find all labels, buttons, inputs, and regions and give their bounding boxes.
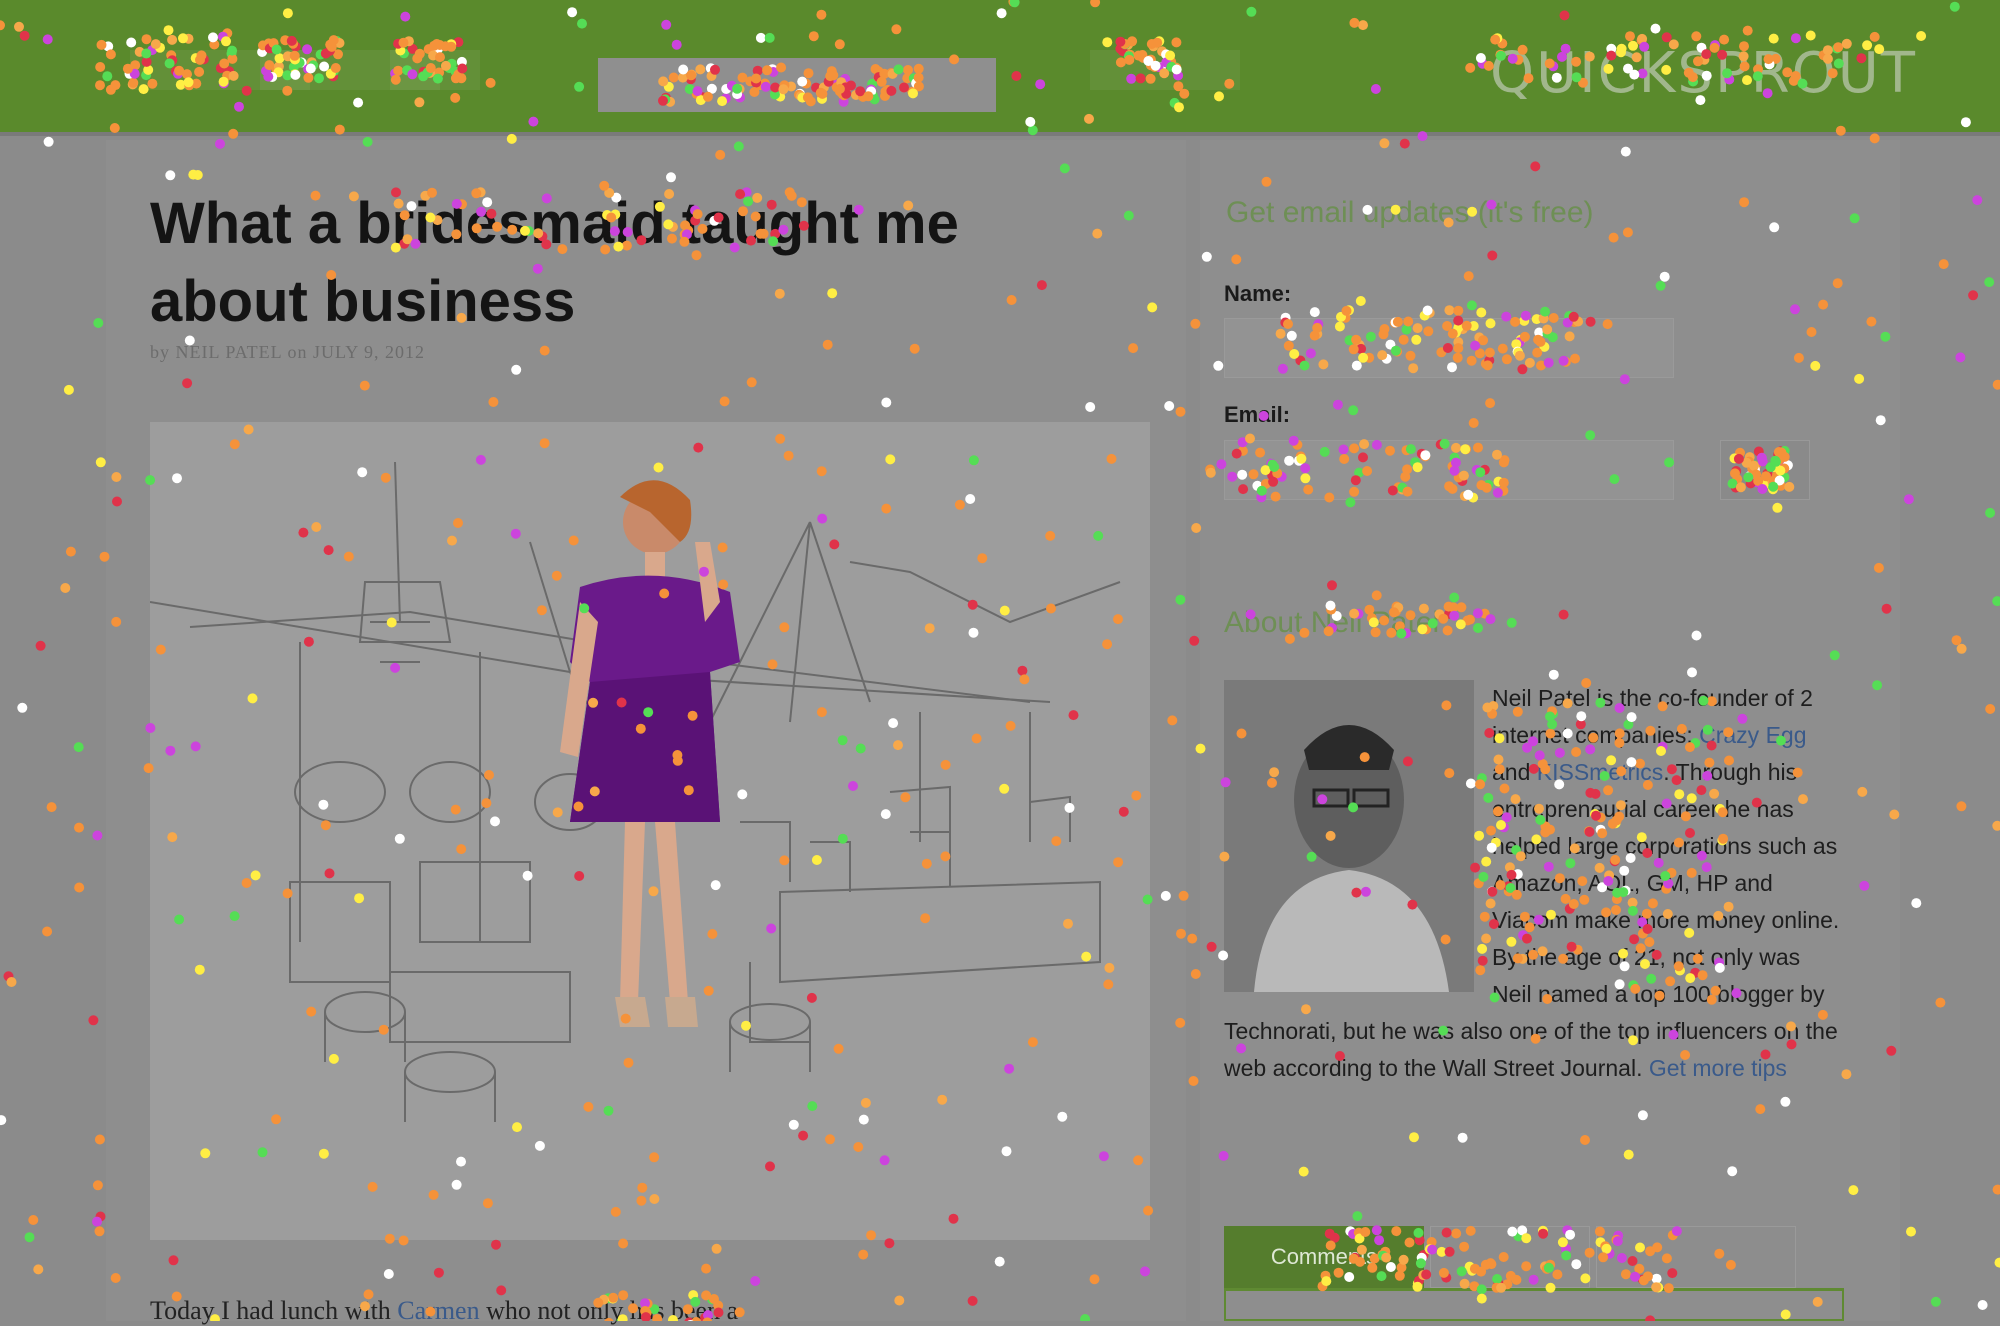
email-input[interactable]: [1224, 440, 1674, 500]
tab-content: [1224, 1291, 1844, 1321]
gaze-dot: [1985, 704, 1995, 714]
gaze-dot: [74, 742, 84, 752]
gaze-dot: [96, 1212, 106, 1222]
email-label: Email:: [1224, 402, 1290, 428]
crazy-egg-link[interactable]: Crazy Egg: [1699, 722, 1806, 748]
nav-link-3[interactable]: [390, 50, 480, 90]
gaze-dot: [1939, 259, 1949, 269]
gaze-dot: [1189, 636, 1199, 646]
gaze-dot: [4, 971, 14, 981]
gaze-dot: [1972, 195, 1982, 205]
gaze-dot: [96, 457, 106, 467]
gaze-dot: [93, 318, 103, 328]
bio-and: and: [1492, 759, 1537, 785]
subscribe-button[interactable]: [1720, 440, 1810, 500]
sidebar-tabs: Comments: [1224, 1226, 1844, 1291]
gaze-dot: [1187, 934, 1197, 944]
gaze-dot: [17, 703, 27, 713]
gaze-dot: [1952, 635, 1962, 645]
gaze-dot: [1984, 277, 1994, 287]
gaze-dot: [1993, 380, 2000, 390]
gaze-dot: [1906, 1227, 1916, 1237]
gaze-dot: [1978, 1300, 1988, 1310]
gaze-dot: [66, 547, 76, 557]
post-body-first-line: Today I had lunch with Carmen who not on…: [150, 1296, 1050, 1326]
name-label: Name:: [1224, 281, 1291, 307]
post-title[interactable]: What a bridesmaid taught me about busine…: [150, 185, 1050, 341]
hero-illustration: [150, 422, 1150, 1240]
tab-3[interactable]: [1596, 1226, 1796, 1288]
nav-search-box[interactable]: [598, 58, 996, 112]
gaze-dot: [1992, 821, 2000, 831]
nav-link-4[interactable]: [1090, 50, 1240, 90]
post-byline: by NEIL PATEL on JULY 9, 2012: [150, 342, 550, 363]
gaze-dot: [95, 1226, 105, 1236]
gaze-dot: [1956, 801, 1966, 811]
gaze-dot: [74, 823, 84, 833]
kissmetrics-link[interactable]: KISSmetrics: [1537, 759, 1664, 785]
post-title-line-2[interactable]: about business: [150, 269, 575, 334]
gaze-dot: [64, 385, 74, 395]
gaze-dot: [1904, 494, 1914, 504]
top-nav-bar: QUICKSPROUT: [0, 0, 2000, 136]
gaze-dot: [60, 583, 70, 593]
name-input[interactable]: [1224, 318, 1674, 378]
gaze-dot: [28, 1215, 38, 1225]
gaze-dot: [74, 883, 84, 893]
gaze-dot: [1985, 508, 1995, 518]
more-tips-link[interactable]: Get more tips: [1649, 1055, 1787, 1081]
gaze-dot: [95, 1135, 105, 1145]
gaze-dot: [1957, 644, 1967, 654]
gaze-dot: [92, 1217, 102, 1227]
post-hero-image: [150, 422, 1150, 1240]
gaze-dot: [7, 977, 17, 987]
gaze-dot: [1935, 998, 1945, 1008]
author-bio: Neil Patel is the co-founder of 2 intern…: [1224, 680, 1844, 1087]
gaze-dot: [47, 802, 57, 812]
post-title-line-1[interactable]: What a bridesmaid taught me: [150, 191, 959, 256]
tab-2[interactable]: [1430, 1226, 1590, 1288]
bio-photo-spacer: [1224, 680, 1492, 998]
gaze-dot: [1931, 1297, 1941, 1307]
gaze-dot: [1968, 290, 1978, 300]
gaze-dot: [44, 137, 54, 147]
site-logo[interactable]: QUICKSPROUT: [1490, 44, 1870, 104]
gaze-dot: [1189, 1076, 1199, 1086]
gaze-dot: [1190, 319, 1200, 329]
gaze-dot: [1911, 898, 1921, 908]
gaze-dot: [1992, 596, 2000, 606]
gaze-dot: [88, 1015, 98, 1025]
gaze-dot: [42, 927, 52, 937]
gaze-dot: [25, 1232, 35, 1242]
gaze-dot: [1955, 352, 1965, 362]
gaze-dot: [93, 1180, 103, 1190]
about-widget-title: About Neil Patel: [1224, 606, 1439, 640]
gaze-dot: [0, 1115, 6, 1125]
gaze-dot: [1993, 1185, 2000, 1195]
gaze-dot: [1995, 1258, 2000, 1268]
tab-comments[interactable]: Comments: [1224, 1226, 1424, 1288]
gaze-dot: [92, 831, 102, 841]
gaze-dot: [33, 1264, 43, 1274]
email-widget-title: Get email updates (it's free): [1226, 196, 1594, 230]
gaze-dot: [36, 641, 46, 651]
